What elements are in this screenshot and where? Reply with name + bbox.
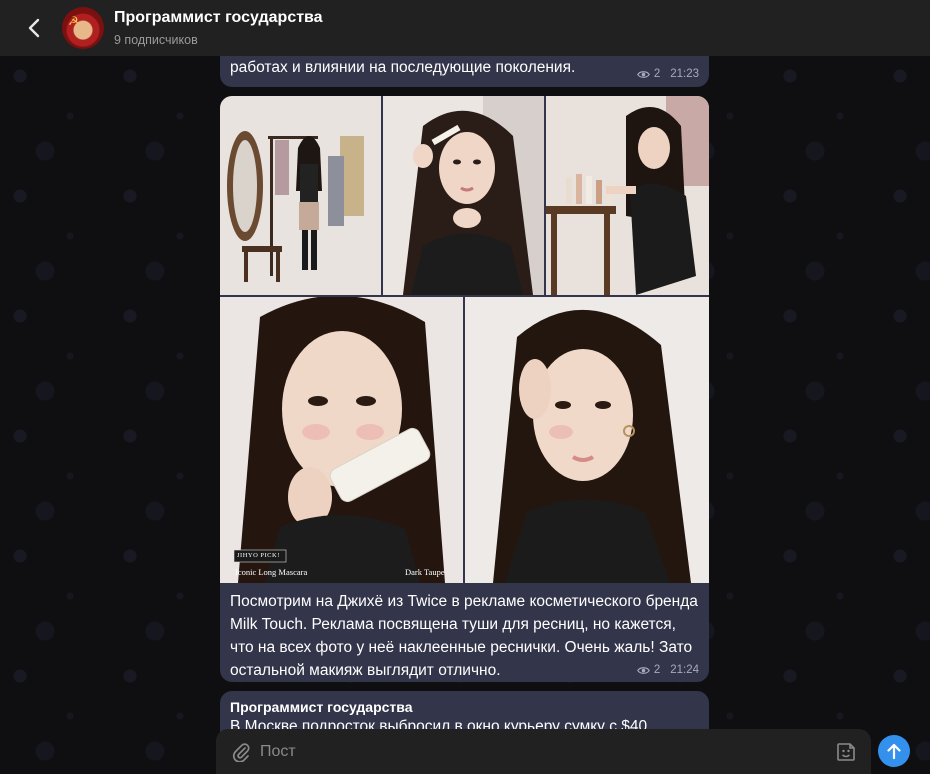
view-count: 2 [653, 68, 661, 80]
view-count: 2 [653, 664, 661, 676]
hammer-sickle-icon: ☭ [68, 14, 79, 28]
subscriber-count: 9 подписчиков [114, 32, 198, 47]
channel-avatar[interactable]: ☭ [62, 7, 104, 49]
photo-album: JIHYO PICK! Iconic Long Mascara Dark Tau… [220, 96, 709, 583]
eye-icon [636, 666, 650, 674]
paperclip-icon[interactable] [230, 741, 252, 763]
chat-header: ☭ Программист государства 9 подписчиков [0, 0, 930, 56]
message-composer [216, 729, 871, 774]
album-photo[interactable] [465, 297, 709, 583]
chevron-left-icon [28, 18, 40, 38]
eye-icon [636, 70, 650, 78]
album-photo[interactable] [546, 96, 709, 295]
message-meta: 2 21:23 [636, 68, 699, 80]
channel-info[interactable]: Программист государства 9 подписчиков [114, 8, 323, 49]
message-meta: 2 21:24 [636, 664, 699, 676]
send-button[interactable] [878, 735, 910, 767]
message-text: Посмотрим на Джихё из Twice в рекламе ко… [230, 593, 698, 679]
message-time: 21:23 [670, 68, 699, 80]
photo-caption: Iconic Long Mascara [235, 567, 308, 577]
channel-title: Программист государства [114, 8, 323, 26]
message-time: 21:24 [670, 664, 699, 676]
badge-label: JIHYO PICK! [237, 552, 280, 559]
album-photo[interactable] [383, 96, 544, 295]
album-photo[interactable] [220, 96, 381, 295]
arrow-up-icon [887, 743, 901, 760]
post-input[interactable] [260, 742, 835, 761]
album-photo[interactable]: JIHYO PICK! Iconic Long Mascara Dark Tau… [220, 297, 463, 583]
photo-caption: Dark Taupe [405, 567, 445, 577]
sticker-icon[interactable] [835, 741, 857, 763]
back-button[interactable] [14, 8, 54, 48]
message-text: работах и влиянии на последующие поколен… [230, 59, 576, 76]
sender-name[interactable]: Программист государства [230, 699, 413, 715]
message-bubble[interactable]: JIHYO PICK! Iconic Long Mascara Dark Tau… [220, 96, 709, 682]
